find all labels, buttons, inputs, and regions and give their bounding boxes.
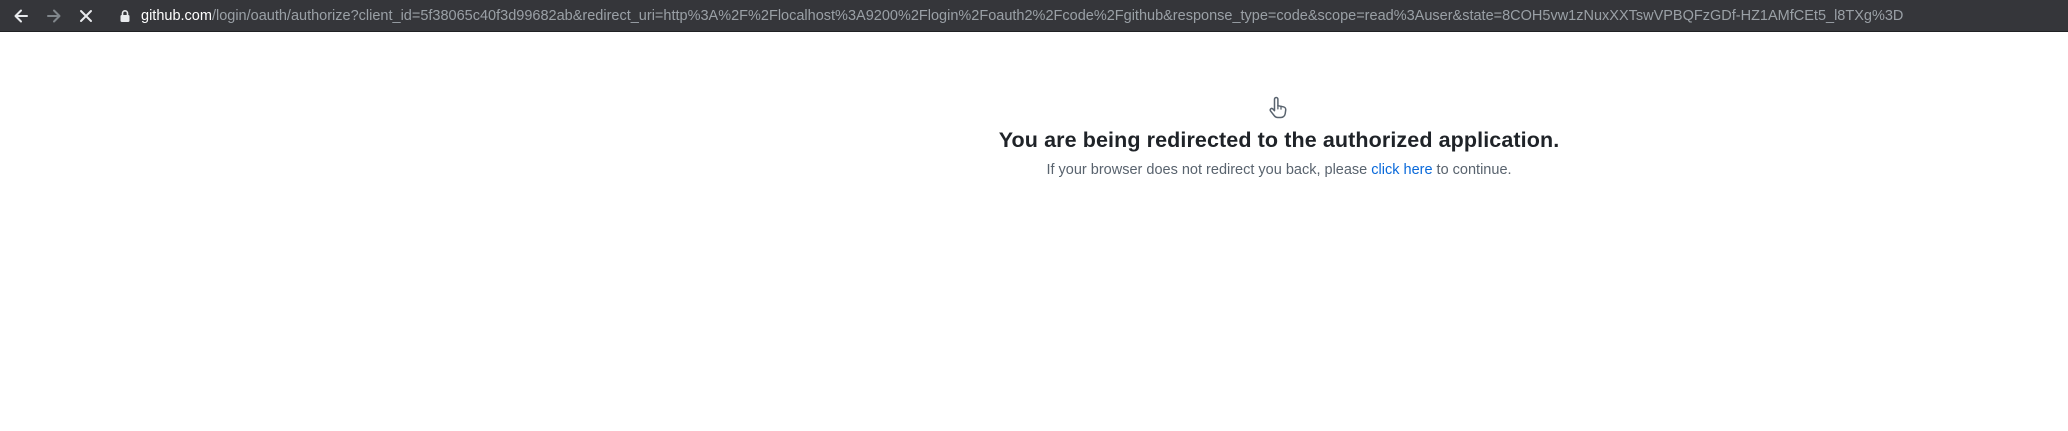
forward-button[interactable] [41,3,67,29]
message-prefix: If your browser does not redirect you ba… [1046,162,1372,178]
close-icon [80,10,92,22]
stop-loading-button[interactable] [73,3,99,29]
lock-icon[interactable] [118,9,132,23]
redirect-notice: You are being redirected to the authoriz… [979,94,1579,178]
pointing-hand-icon [1269,96,1287,119]
browser-toolbar: github.com /login/oauth/authorize?client… [0,0,2068,32]
redirect-message: If your browser does not redirect you ba… [1046,162,1511,178]
click-here-link[interactable]: click here [1371,162,1432,178]
address-bar[interactable]: github.com /login/oauth/authorize?client… [108,3,2060,29]
url-path: /login/oauth/authorize?client_id=5f38065… [211,8,1904,24]
url-host: github.com [141,8,212,24]
page-title: You are being redirected to the authoriz… [998,128,1560,152]
page-content: You are being redirected to the authoriz… [0,32,2068,431]
message-suffix: to continue. [1432,162,1512,178]
arrow-left-icon [14,9,28,23]
back-button[interactable] [8,3,34,29]
arrow-right-icon [47,9,61,23]
